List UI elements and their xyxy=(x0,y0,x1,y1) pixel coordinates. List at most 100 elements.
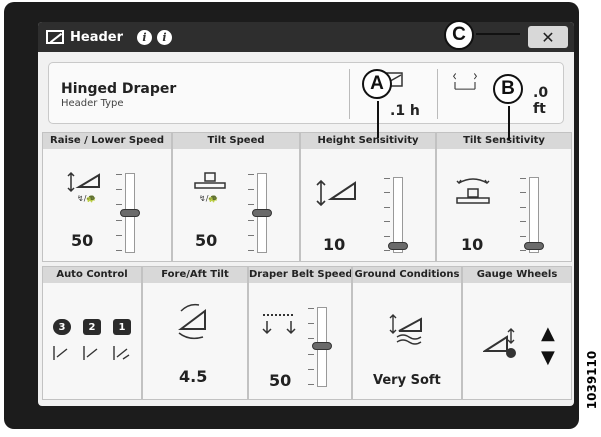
tile-value: 10 xyxy=(461,235,484,254)
auto-mode-1[interactable]: 1 xyxy=(113,319,131,335)
tile-tilt-speed[interactable]: Tilt Speed ↯/🐢 50 xyxy=(172,132,300,262)
slider-thumb[interactable] xyxy=(388,242,408,250)
svg-text:↯/🐢: ↯/🐢 xyxy=(77,194,96,203)
tile-label: Draper Belt Speed xyxy=(249,267,351,283)
draper-belt-slider[interactable] xyxy=(308,307,332,387)
slider-tick xyxy=(308,369,314,370)
header-summary[interactable]: Hinged Draper Header Type .1 h .0 ft xyxy=(48,62,564,124)
tile-draper-belt-speed[interactable]: Draper Belt Speed 50 xyxy=(248,266,352,400)
tilt-speed-slider[interactable] xyxy=(248,173,272,253)
slider-thumb[interactable] xyxy=(120,209,140,217)
slider-tick xyxy=(116,204,122,205)
tile-label: Ground Conditions xyxy=(353,267,461,283)
auto-mode-3[interactable]: 3 xyxy=(53,319,71,335)
callout-c: C xyxy=(444,20,474,50)
header-type-label: Header Type xyxy=(61,98,124,109)
auto-mode-icons xyxy=(53,346,130,360)
tile-value: 4.5 xyxy=(179,367,208,386)
width-value: .0 ft xyxy=(533,85,549,117)
gauge-wheel-down-button[interactable]: ▼ xyxy=(541,347,555,368)
info-icon[interactable]: i xyxy=(137,29,153,45)
slider-tick xyxy=(116,220,122,221)
callout-a: A xyxy=(362,69,392,99)
callout-b: B xyxy=(493,74,523,104)
tile-label: Auto Control xyxy=(43,267,141,283)
slider-tick xyxy=(520,178,526,179)
header-width-icon xyxy=(452,73,478,90)
slider-tick xyxy=(384,178,390,179)
tile-fore-aft-tilt[interactable]: Fore/Aft Tilt 4.5 xyxy=(142,266,248,400)
slider-tick xyxy=(384,221,390,222)
raise-lower-slider[interactable] xyxy=(116,173,140,253)
slider-tick xyxy=(520,221,526,222)
slider-tick xyxy=(308,338,314,339)
hours-value: .1 h xyxy=(390,103,420,119)
title-bar: Header i i ✕ xyxy=(38,22,574,52)
slider-tick xyxy=(520,236,526,237)
close-button[interactable]: ✕ xyxy=(528,26,568,48)
tile-value: 50 xyxy=(71,231,94,250)
slider-tick xyxy=(520,250,526,251)
tile-label: Fore/Aft Tilt xyxy=(143,267,247,283)
slider-tick xyxy=(384,236,390,237)
callout-b-leader xyxy=(508,106,510,140)
figure-id: 1039110 xyxy=(584,337,601,423)
tilt-sensitivity-icon xyxy=(456,178,490,204)
slider-tick xyxy=(308,323,314,324)
info-icon[interactable]: i xyxy=(157,29,173,45)
slider-tick xyxy=(384,207,390,208)
tile-value: Very Soft xyxy=(373,373,441,388)
tile-label: Tilt Sensitivity xyxy=(437,133,571,149)
slider-thumb[interactable] xyxy=(312,342,332,350)
slider-tick xyxy=(116,189,122,190)
auto-mode-2[interactable]: 2 xyxy=(83,319,101,335)
ground-conditions-icon xyxy=(389,314,422,345)
slider-tick xyxy=(248,220,254,221)
tilt-speed-icon: ↯/🐢 xyxy=(194,172,226,203)
divider xyxy=(349,69,350,119)
slider-tick xyxy=(308,308,314,309)
tile-height-sensitivity[interactable]: Height Sensitivity 10 xyxy=(300,132,436,262)
tile-raise-lower-speed[interactable]: Raise / Lower Speed ↯/🐢 50 xyxy=(42,132,172,262)
slider-thumb[interactable] xyxy=(252,209,272,217)
tile-gauge-wheels[interactable]: Gauge Wheels ▲ ▼ xyxy=(462,266,572,400)
window-title: Header xyxy=(70,29,124,45)
tile-value: 50 xyxy=(195,231,218,250)
fore-aft-tilt-icon xyxy=(178,303,206,340)
slider-tick xyxy=(248,174,254,175)
slider-tick xyxy=(248,204,254,205)
tile-tilt-sensitivity[interactable]: Tilt Sensitivity 10 xyxy=(436,132,572,262)
gauge-wheel-up-button[interactable]: ▲ xyxy=(541,323,555,344)
slider-thumb[interactable] xyxy=(524,242,544,250)
slider-tick xyxy=(520,207,526,208)
tile-label: Gauge Wheels xyxy=(463,267,571,283)
header-type-name: Hinged Draper xyxy=(61,81,177,97)
tile-label: Raise / Lower Speed xyxy=(43,133,171,149)
close-icon: ✕ xyxy=(541,27,555,47)
height-sensitivity-slider[interactable] xyxy=(384,177,408,253)
slider-tick xyxy=(384,192,390,193)
display-screen: Header i i ✕ Hinged Draper Header Type .… xyxy=(38,22,574,406)
divider xyxy=(437,69,438,119)
tilt-sensitivity-slider[interactable] xyxy=(520,177,544,253)
slider-tick xyxy=(520,192,526,193)
slider-tick xyxy=(248,235,254,236)
callout-a-leader xyxy=(377,101,379,138)
slider-tick xyxy=(308,354,314,355)
slider-tick xyxy=(248,250,254,251)
slider-tick xyxy=(116,174,122,175)
slider-tick xyxy=(384,250,390,251)
tile-value: 50 xyxy=(269,371,292,390)
tile-auto-control[interactable]: Auto Control 3 2 1 xyxy=(42,266,142,400)
callout-c-leader xyxy=(476,33,520,35)
draper-belt-icon xyxy=(262,314,296,335)
tile-label: Tilt Speed xyxy=(173,133,299,149)
slider-tick xyxy=(248,189,254,190)
height-sensitivity-icon xyxy=(316,179,356,207)
tile-value: 10 xyxy=(323,235,346,254)
slider-tick xyxy=(116,235,122,236)
header-icon xyxy=(46,30,64,44)
gauge-wheel-icon xyxy=(483,328,516,358)
svg-text:↯/🐢: ↯/🐢 xyxy=(199,194,218,203)
tile-ground-conditions[interactable]: Ground Conditions Very Soft xyxy=(352,266,462,400)
